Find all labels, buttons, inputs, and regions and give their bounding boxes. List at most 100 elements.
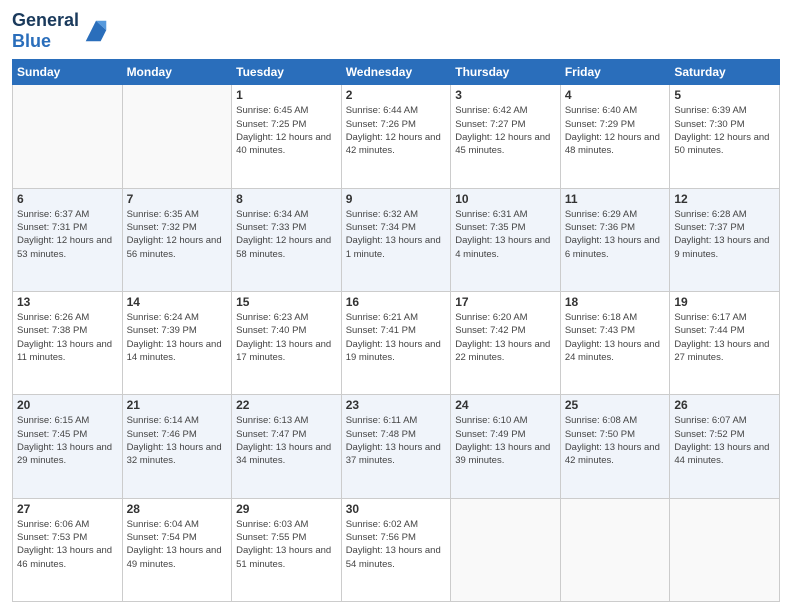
day-number: 7 — [127, 192, 228, 206]
calendar-col-wednesday: Wednesday — [341, 60, 451, 85]
calendar-cell: 14 Sunrise: 6:24 AM Sunset: 7:39 PM Dayli… — [122, 292, 232, 395]
calendar-cell: 25 Sunrise: 6:08 AM Sunset: 7:50 PM Dayli… — [560, 395, 670, 498]
day-number: 1 — [236, 88, 337, 102]
day-number: 19 — [674, 295, 775, 309]
calendar-cell: 6 Sunrise: 6:37 AM Sunset: 7:31 PM Daylig… — [13, 188, 123, 291]
day-info: Sunrise: 6:28 AM Sunset: 7:37 PM Dayligh… — [674, 208, 775, 261]
day-number: 15 — [236, 295, 337, 309]
day-info: Sunrise: 6:29 AM Sunset: 7:36 PM Dayligh… — [565, 208, 666, 261]
day-info: Sunrise: 6:10 AM Sunset: 7:49 PM Dayligh… — [455, 414, 556, 467]
calendar-cell: 20Sunrise: 6:15 AM Sunset: 7:45 PM Dayli… — [13, 395, 123, 498]
day-info: Sunrise: 6:37 AM Sunset: 7:31 PM Dayligh… — [17, 208, 118, 261]
day-number: 9 — [346, 192, 447, 206]
calendar-cell: 16 Sunrise: 6:21 AM Sunset: 7:41 PM Dayli… — [341, 292, 451, 395]
day-info: Sunrise: 6:24 AM Sunset: 7:39 PM Dayligh… — [127, 311, 228, 364]
day-info: Sunrise: 6:02 AM Sunset: 7:56 PM Dayligh… — [346, 518, 447, 571]
day-number: 24 — [455, 398, 556, 412]
calendar-cell: 3 Sunrise: 6:42 AM Sunset: 7:27 PM Daylig… — [451, 85, 561, 188]
calendar-cell: 2Sunrise: 6:44 AM Sunset: 7:26 PM Daylig… — [341, 85, 451, 188]
day-info: Sunrise: 6:06 AM Sunset: 7:53 PM Dayligh… — [17, 518, 118, 571]
day-info: Sunrise: 6:14 AM Sunset: 7:46 PM Dayligh… — [127, 414, 228, 467]
logo-icon — [82, 17, 110, 45]
calendar-col-friday: Friday — [560, 60, 670, 85]
day-info: Sunrise: 6:42 AM Sunset: 7:27 PM Dayligh… — [455, 104, 556, 157]
day-info: Sunrise: 6:45 AM Sunset: 7:25 PM Dayligh… — [236, 104, 337, 157]
calendar-col-tuesday: Tuesday — [232, 60, 342, 85]
day-number: 3 — [455, 88, 556, 102]
calendar-cell: 12 Sunrise: 6:28 AM Sunset: 7:37 PM Dayli… — [670, 188, 780, 291]
day-number: 16 — [346, 295, 447, 309]
day-number: 28 — [127, 502, 228, 516]
day-info: Sunrise: 6:44 AM Sunset: 7:26 PM Dayligh… — [346, 104, 447, 157]
logo-name: General Blue — [12, 10, 79, 51]
day-info: Sunrise: 6:34 AM Sunset: 7:33 PM Dayligh… — [236, 208, 337, 261]
logo: General Blue — [12, 10, 110, 51]
day-info: Sunrise: 6:13 AM Sunset: 7:47 PM Dayligh… — [236, 414, 337, 467]
day-number: 11 — [565, 192, 666, 206]
calendar-cell: 29Sunrise: 6:03 AM Sunset: 7:55 PM Dayli… — [232, 498, 342, 601]
calendar-cell: 27 Sunrise: 6:06 AM Sunset: 7:53 PM Dayli… — [13, 498, 123, 601]
calendar-cell: 1 Sunrise: 6:45 AM Sunset: 7:25 PM Daylig… — [232, 85, 342, 188]
day-info: Sunrise: 6:31 AM Sunset: 7:35 PM Dayligh… — [455, 208, 556, 261]
calendar-header-row: SundayMondayTuesdayWednesdayThursdayFrid… — [13, 60, 780, 85]
day-info: Sunrise: 6:35 AM Sunset: 7:32 PM Dayligh… — [127, 208, 228, 261]
day-info: Sunrise: 6:07 AM Sunset: 7:52 PM Dayligh… — [674, 414, 775, 467]
calendar-cell: 19 Sunrise: 6:17 AM Sunset: 7:44 PM Dayli… — [670, 292, 780, 395]
day-info: Sunrise: 6:11 AM Sunset: 7:48 PM Dayligh… — [346, 414, 447, 467]
calendar-cell: 22 Sunrise: 6:13 AM Sunset: 7:47 PM Dayli… — [232, 395, 342, 498]
day-info: Sunrise: 6:04 AM Sunset: 7:54 PM Dayligh… — [127, 518, 228, 571]
calendar-cell: 10 Sunrise: 6:31 AM Sunset: 7:35 PM Dayli… — [451, 188, 561, 291]
calendar-cell: 18 Sunrise: 6:18 AM Sunset: 7:43 PM Dayli… — [560, 292, 670, 395]
day-info: Sunrise: 6:32 AM Sunset: 7:34 PM Dayligh… — [346, 208, 447, 261]
calendar-cell: 30Sunrise: 6:02 AM Sunset: 7:56 PM Dayli… — [341, 498, 451, 601]
calendar-cell: 15 Sunrise: 6:23 AM Sunset: 7:40 PM Dayli… — [232, 292, 342, 395]
day-number: 8 — [236, 192, 337, 206]
calendar-week-row: 27 Sunrise: 6:06 AM Sunset: 7:53 PM Dayli… — [13, 498, 780, 601]
day-number: 20 — [17, 398, 118, 412]
calendar-cell: 28 Sunrise: 6:04 AM Sunset: 7:54 PM Dayli… — [122, 498, 232, 601]
calendar-cell — [560, 498, 670, 601]
calendar-cell — [670, 498, 780, 601]
calendar-cell: 23 Sunrise: 6:11 AM Sunset: 7:48 PM Dayli… — [341, 395, 451, 498]
calendar-col-thursday: Thursday — [451, 60, 561, 85]
calendar-cell: 8 Sunrise: 6:34 AM Sunset: 7:33 PM Daylig… — [232, 188, 342, 291]
day-info: Sunrise: 6:39 AM Sunset: 7:30 PM Dayligh… — [674, 104, 775, 157]
calendar-cell: 4Sunrise: 6:40 AM Sunset: 7:29 PM Daylig… — [560, 85, 670, 188]
calendar-table: SundayMondayTuesdayWednesdayThursdayFrid… — [12, 59, 780, 602]
day-number: 12 — [674, 192, 775, 206]
calendar-week-row: 20Sunrise: 6:15 AM Sunset: 7:45 PM Dayli… — [13, 395, 780, 498]
day-info: Sunrise: 6:26 AM Sunset: 7:38 PM Dayligh… — [17, 311, 118, 364]
day-number: 21 — [127, 398, 228, 412]
day-info: Sunrise: 6:23 AM Sunset: 7:40 PM Dayligh… — [236, 311, 337, 364]
calendar-cell: 9 Sunrise: 6:32 AM Sunset: 7:34 PM Daylig… — [341, 188, 451, 291]
day-info: Sunrise: 6:17 AM Sunset: 7:44 PM Dayligh… — [674, 311, 775, 364]
day-number: 23 — [346, 398, 447, 412]
day-number: 25 — [565, 398, 666, 412]
page: General Blue SundayMondayTuesdayWednesda… — [0, 0, 792, 612]
calendar-cell: 21 Sunrise: 6:14 AM Sunset: 7:46 PM Dayli… — [122, 395, 232, 498]
calendar-col-saturday: Saturday — [670, 60, 780, 85]
calendar-cell: 24 Sunrise: 6:10 AM Sunset: 7:49 PM Dayli… — [451, 395, 561, 498]
day-info: Sunrise: 6:21 AM Sunset: 7:41 PM Dayligh… — [346, 311, 447, 364]
calendar-cell: 7 Sunrise: 6:35 AM Sunset: 7:32 PM Daylig… — [122, 188, 232, 291]
day-info: Sunrise: 6:40 AM Sunset: 7:29 PM Dayligh… — [565, 104, 666, 157]
day-info: Sunrise: 6:20 AM Sunset: 7:42 PM Dayligh… — [455, 311, 556, 364]
day-number: 18 — [565, 295, 666, 309]
calendar-cell: 26 Sunrise: 6:07 AM Sunset: 7:52 PM Dayli… — [670, 395, 780, 498]
day-number: 14 — [127, 295, 228, 309]
calendar-cell: 11 Sunrise: 6:29 AM Sunset: 7:36 PM Dayli… — [560, 188, 670, 291]
header: General Blue — [12, 10, 780, 51]
day-number: 27 — [17, 502, 118, 516]
day-number: 10 — [455, 192, 556, 206]
calendar-cell: 13Sunrise: 6:26 AM Sunset: 7:38 PM Dayli… — [13, 292, 123, 395]
day-number: 22 — [236, 398, 337, 412]
day-info: Sunrise: 6:18 AM Sunset: 7:43 PM Dayligh… — [565, 311, 666, 364]
calendar-cell: 5Sunrise: 6:39 AM Sunset: 7:30 PM Daylig… — [670, 85, 780, 188]
day-number: 26 — [674, 398, 775, 412]
day-number: 6 — [17, 192, 118, 206]
calendar-week-row: 13Sunrise: 6:26 AM Sunset: 7:38 PM Dayli… — [13, 292, 780, 395]
day-info: Sunrise: 6:08 AM Sunset: 7:50 PM Dayligh… — [565, 414, 666, 467]
day-number: 17 — [455, 295, 556, 309]
calendar-week-row: 1 Sunrise: 6:45 AM Sunset: 7:25 PM Daylig… — [13, 85, 780, 188]
calendar-col-monday: Monday — [122, 60, 232, 85]
